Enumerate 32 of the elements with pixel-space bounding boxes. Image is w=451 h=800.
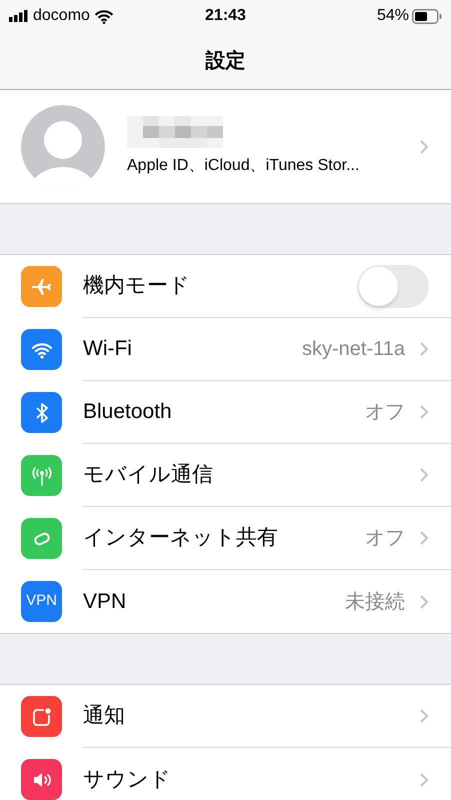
clock: 21:43 — [204, 6, 247, 26]
chevron-icon — [419, 467, 429, 483]
wifi-icon — [94, 8, 114, 24]
chevron-icon — [419, 404, 429, 420]
row-label: VPN — [83, 588, 128, 615]
avatar-icon — [21, 104, 105, 188]
row-label: サウンド — [83, 766, 172, 793]
row-label: 機内モード — [83, 273, 191, 300]
signal-icon — [9, 10, 29, 22]
row-value: オフ — [365, 400, 405, 425]
vpn-label: VPN — [26, 591, 57, 612]
chevron-icon — [419, 341, 429, 357]
row-value: 未接続 — [345, 590, 405, 614]
row-label: 通知 — [83, 703, 126, 730]
chevron-icon — [419, 530, 429, 546]
chevron-icon — [419, 708, 429, 724]
row-label: Bluetooth — [83, 399, 173, 426]
battery-icon — [412, 8, 442, 24]
chevron-icon — [419, 138, 429, 154]
chevron-icon — [419, 594, 429, 610]
page-title: 設定 — [206, 48, 246, 74]
profile-row[interactable]: Apple ID、iCloud、iTunes Stor... — [0, 90, 451, 204]
toggle-switch[interactable] — [357, 264, 429, 308]
row-label: インターネット共有 — [83, 525, 279, 552]
row-value: sky-net-11a — [302, 337, 405, 362]
account-subtitle: Apple ID、iCloud、iTunes Stor... — [127, 156, 360, 176]
row-value: オフ — [365, 526, 405, 551]
chevron-icon — [419, 772, 429, 788]
row-label: モバイル通信 — [83, 462, 214, 488]
battery-percent: 54% — [376, 6, 409, 26]
row-label: Wi-Fi — [83, 336, 133, 362]
carrier-name: docomo — [33, 6, 90, 26]
